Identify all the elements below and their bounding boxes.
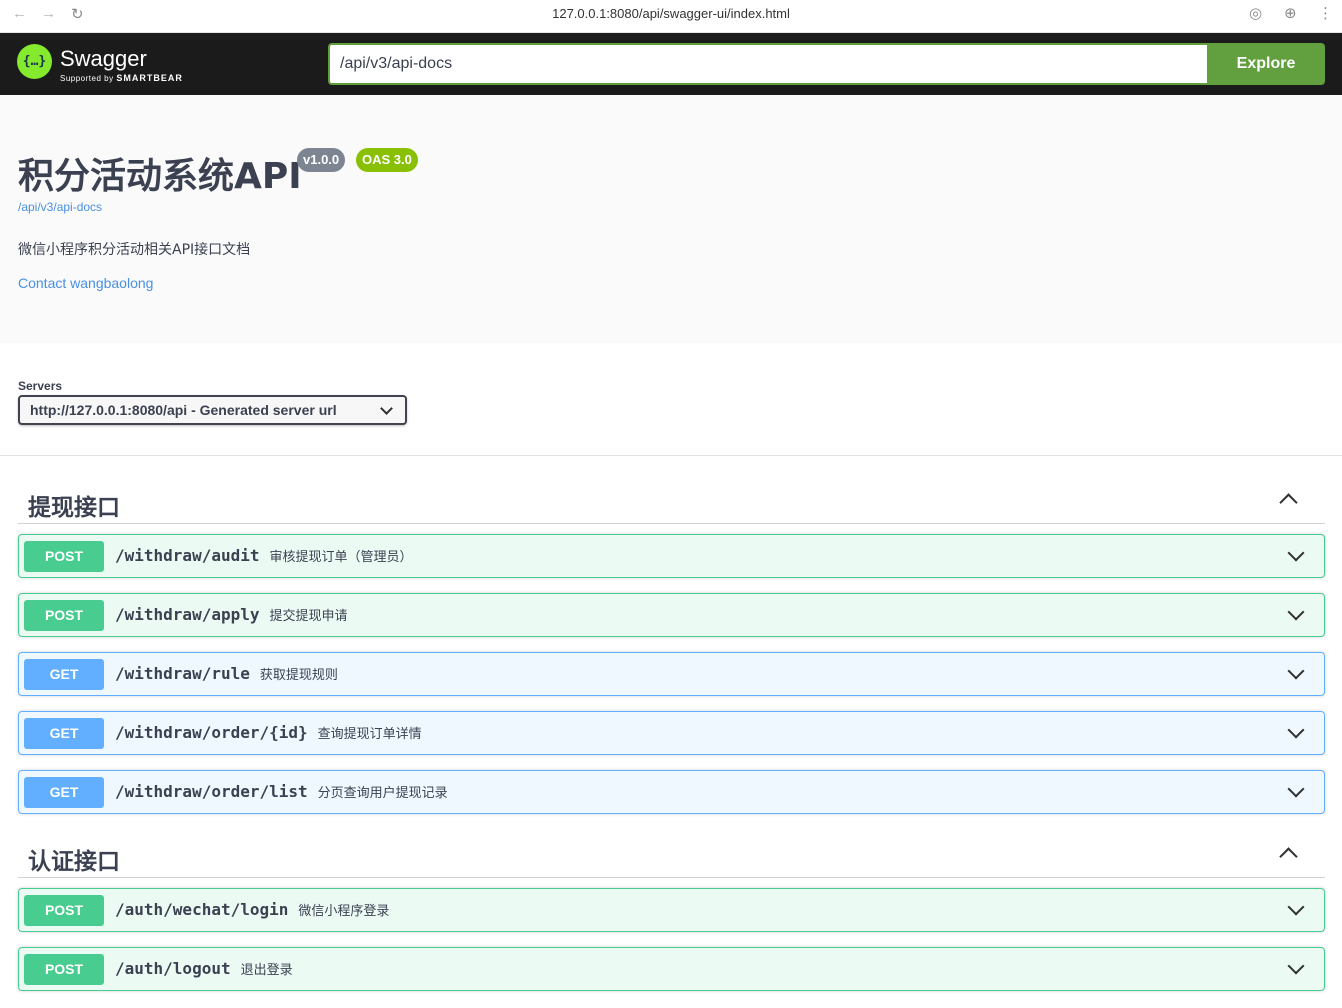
browser-toolbar: ← → ↻ 127.0.0.1:8080/api/swagger-ui/inde… (0, 0, 1342, 33)
path-text: /auth/wechat/login (115, 900, 289, 919)
path-text: /withdraw/audit (115, 546, 260, 565)
operation-summary: 退出登录 (240, 963, 293, 978)
method-badge: GET (24, 659, 104, 690)
method-badge: POST (24, 600, 104, 631)
method-badge: GET (24, 777, 104, 808)
explore-url-input[interactable] (328, 43, 1207, 85)
operation-path: /withdraw/order/{id} 查询提现订单详情 (115, 723, 422, 742)
method-badge: POST (24, 895, 104, 926)
operation-post-auth-logout[interactable]: POST /auth/logout 退出登录 (18, 947, 1325, 991)
operation-post-withdraw-apply[interactable]: POST /withdraw/apply 提交提现申请 (18, 593, 1325, 637)
screenshot-icon[interactable]: ◎ (1249, 4, 1262, 22)
chevron-up-icon[interactable] (1279, 847, 1298, 866)
chevron-down-icon[interactable] (1287, 957, 1305, 975)
path-text: /withdraw/rule (115, 664, 250, 683)
operation-summary: 审核提现订单（管理员） (269, 550, 413, 565)
server-select[interactable]: http://127.0.0.1:8080/api - Generated se… (18, 395, 407, 425)
tagline-brand: SMARTBEAR (116, 73, 183, 83)
method-badge: POST (24, 954, 104, 985)
more-menu-icon[interactable]: ⋮ (1318, 4, 1333, 22)
operation-summary: 查询提现订单详情 (317, 727, 422, 742)
operation-path: /withdraw/rule 获取提现规则 (115, 664, 338, 683)
chevron-down-icon[interactable] (1287, 544, 1305, 562)
operation-path: /auth/logout 退出登录 (115, 959, 293, 978)
operation-path: /withdraw/apply 提交提现申请 (115, 605, 348, 624)
operation-get-withdraw-order-list[interactable]: GET /withdraw/order/list 分页查询用户提现记录 (18, 770, 1325, 814)
chevron-down-icon[interactable] (1287, 780, 1305, 798)
api-info-section: 积分活动系统API v1.0.0 OAS 3.0 /api/v3/api-doc… (0, 95, 1342, 343)
servers-section: Servers http://127.0.0.1:8080/api - Gene… (0, 343, 1342, 456)
browser-url[interactable]: 127.0.0.1:8080/api/swagger-ui/index.html (0, 6, 1342, 21)
server-select-value: http://127.0.0.1:8080/api - Generated se… (30, 402, 337, 418)
method-badge: POST (24, 541, 104, 572)
path-text: /withdraw/order/list (115, 782, 308, 801)
smartbear-tagline: Supported by SMARTBEAR (60, 73, 183, 83)
operation-path: /withdraw/audit 审核提现订单（管理员） (115, 546, 413, 565)
chevron-down-icon[interactable] (1287, 721, 1305, 739)
tag-header-withdraw[interactable]: 提现接口 (18, 478, 1325, 524)
chevron-down-icon[interactable] (1287, 898, 1305, 916)
swagger-logo-icon[interactable]: {…} (17, 44, 52, 79)
chevron-down-icon[interactable] (1287, 603, 1305, 621)
api-docs-link[interactable]: /api/v3/api-docs (18, 200, 102, 214)
operation-summary: 分页查询用户提现记录 (317, 786, 448, 801)
operation-summary: 微信小程序登录 (298, 904, 390, 919)
add-icon[interactable]: ⊕ (1284, 4, 1297, 22)
tagline-prefix: Supported by (60, 74, 114, 83)
chevron-up-icon[interactable] (1279, 493, 1298, 512)
path-text: /auth/logout (115, 959, 231, 978)
tag-name: 认证接口 (28, 849, 120, 875)
tag-name: 提现接口 (28, 495, 120, 521)
api-description: 微信小程序积分活动相关API接口文档 (18, 242, 251, 258)
oas-badge: OAS 3.0 (356, 148, 418, 172)
chevron-down-icon[interactable] (1287, 662, 1305, 680)
operation-post-auth-wechat-login[interactable]: POST /auth/wechat/login 微信小程序登录 (18, 888, 1325, 932)
operation-path: /withdraw/order/list 分页查询用户提现记录 (115, 782, 448, 801)
path-text: /withdraw/apply (115, 605, 260, 624)
swagger-topbar: {…} Swagger Supported by SMARTBEAR Explo… (0, 33, 1342, 95)
api-title: 积分活动系统API (18, 156, 302, 197)
servers-label: Servers (18, 379, 63, 393)
operation-summary: 提交提现申请 (269, 609, 348, 624)
swagger-logo-text[interactable]: Swagger (60, 46, 147, 72)
operation-get-withdraw-order-id[interactable]: GET /withdraw/order/{id} 查询提现订单详情 (18, 711, 1325, 755)
chevron-down-icon (380, 402, 393, 415)
operation-get-withdraw-rule[interactable]: GET /withdraw/rule 获取提现规则 (18, 652, 1325, 696)
version-badge: v1.0.0 (297, 148, 346, 172)
contact-link[interactable]: Contact wangbaolong (18, 275, 153, 291)
tag-header-auth[interactable]: 认证接口 (18, 832, 1325, 878)
path-text: /withdraw/order/{id} (115, 723, 308, 742)
operation-summary: 获取提现规则 (259, 668, 338, 683)
method-badge: GET (24, 718, 104, 749)
explore-button[interactable]: Explore (1207, 43, 1325, 85)
operation-path: /auth/wechat/login 微信小程序登录 (115, 900, 389, 919)
operation-post-withdraw-audit[interactable]: POST /withdraw/audit 审核提现订单（管理员） (18, 534, 1325, 578)
